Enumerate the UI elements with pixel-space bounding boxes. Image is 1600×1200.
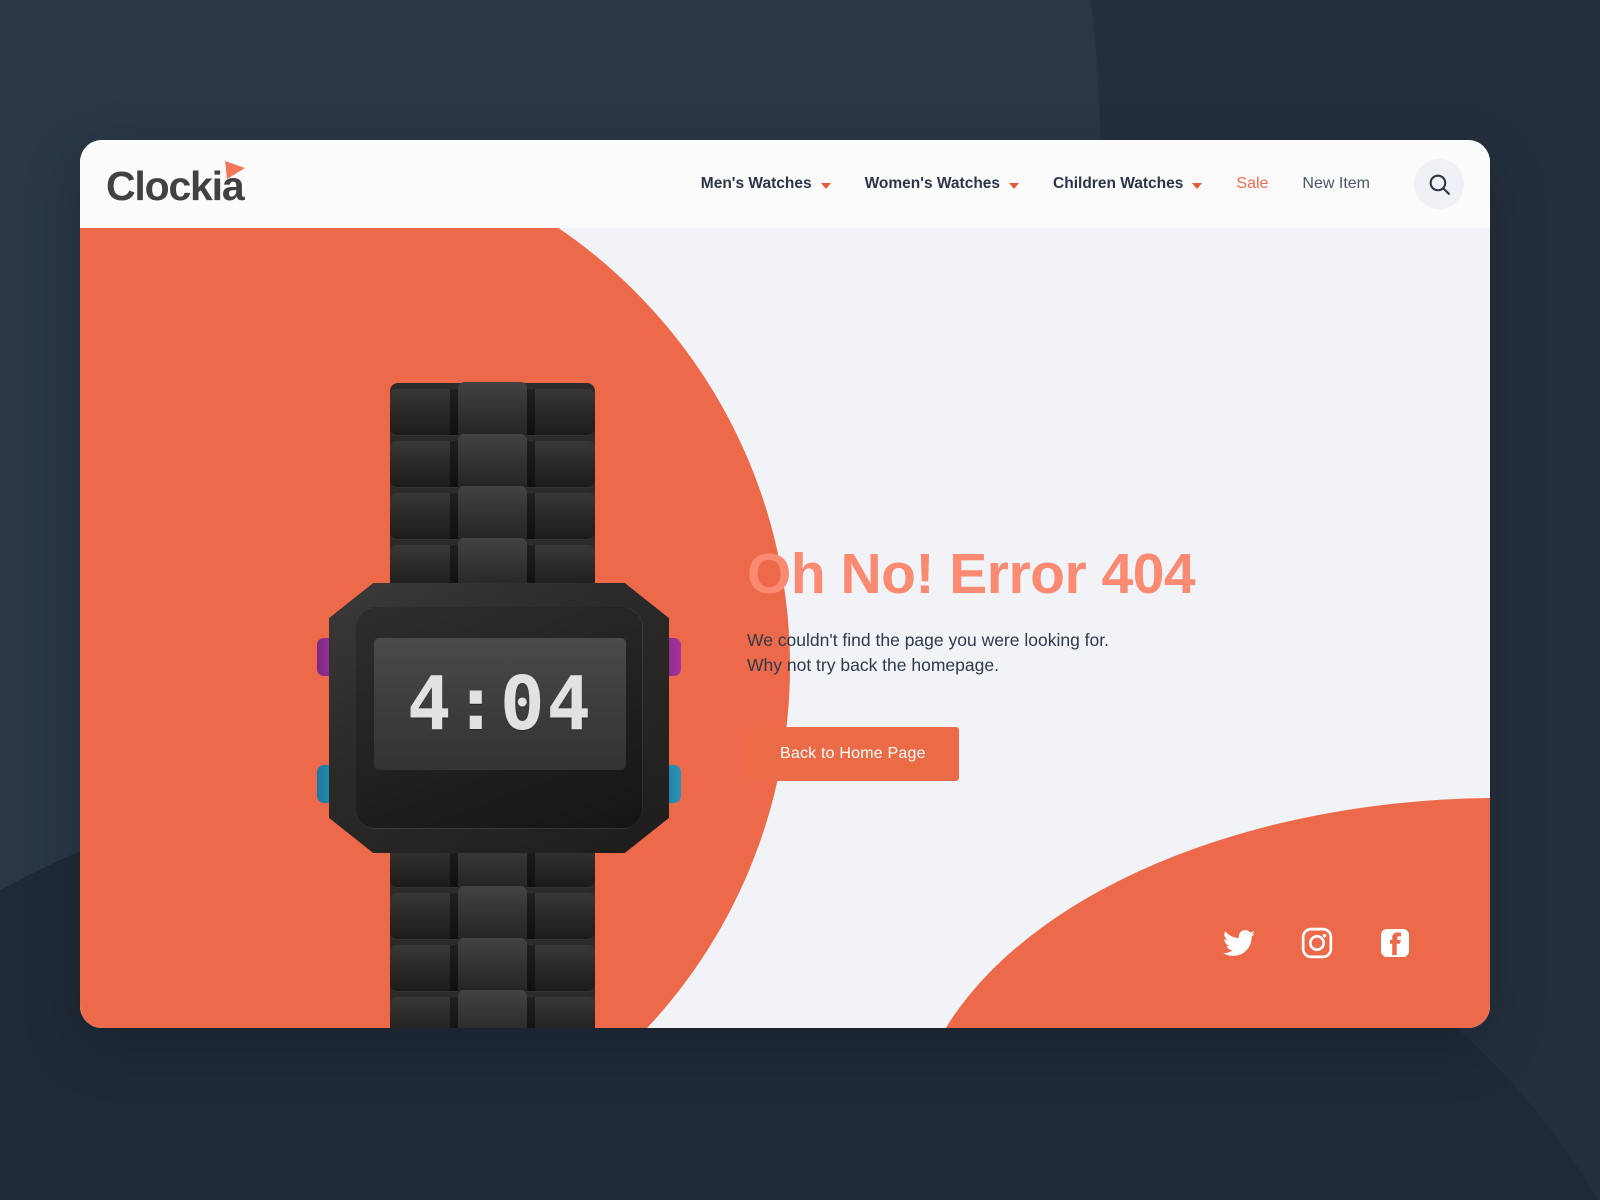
page-title: Oh No! Error 404	[747, 542, 1196, 606]
nav-item-label: Women's Watches	[864, 175, 1001, 192]
watch-time-display: 4:04	[406, 661, 594, 747]
watch-case: 4:04	[329, 583, 669, 853]
error-description-line-2: Why not try back the homepage.	[747, 655, 999, 676]
facebook-icon	[1381, 929, 1409, 957]
nav-item-mens-watches[interactable]: Men's Watches	[701, 175, 831, 193]
page-card: Clockia Men's Watches Women's Watches Ch…	[80, 140, 1490, 1028]
nav-links: Men's Watches Women's Watches Children W…	[701, 159, 1490, 209]
social-links	[1222, 926, 1412, 960]
logo-text: Clockia	[106, 162, 245, 209]
twitter-icon	[1223, 929, 1255, 956]
decorative-blob-right	[910, 798, 1490, 1028]
chevron-down-icon	[1009, 182, 1020, 189]
nav-item-label: Sale	[1236, 175, 1269, 192]
triangle-play-mark-icon	[225, 158, 246, 179]
back-to-home-button[interactable]: Back to Home Page	[747, 726, 959, 781]
watch-lcd-screen: 4:04	[374, 638, 626, 770]
nav-item-new-item[interactable]: New Item	[1302, 175, 1370, 193]
nav-item-sale[interactable]: Sale	[1236, 175, 1268, 193]
nav-item-womens-watches[interactable]: Women's Watches	[864, 175, 1020, 193]
error-description-line-1: We couldn't find the page you were looki…	[747, 629, 1109, 650]
watch-illustration: 4:04	[317, 382, 681, 1028]
page-body: 4:04 Oh No! Error 404 We couldn't find t…	[80, 228, 1490, 1028]
nav-item-label: Children Watches	[1053, 175, 1184, 192]
chevron-down-icon	[1192, 182, 1203, 189]
search-button[interactable]	[1414, 159, 1464, 209]
logo[interactable]: Clockia	[106, 158, 246, 209]
social-link-facebook[interactable]	[1378, 926, 1412, 960]
chevron-down-icon	[820, 182, 831, 189]
instagram-icon	[1301, 927, 1333, 959]
error-content: Oh No! Error 404 We couldn't find the pa…	[747, 228, 1367, 781]
error-description: We couldn't find the page you were looki…	[747, 628, 1367, 679]
nav-item-children-watches[interactable]: Children Watches	[1053, 175, 1203, 193]
social-link-instagram[interactable]	[1300, 926, 1334, 960]
nav-item-label: Men's Watches	[700, 175, 812, 192]
social-link-twitter[interactable]	[1222, 926, 1256, 960]
search-icon	[1429, 174, 1450, 195]
nav-item-label: New Item	[1302, 175, 1370, 192]
navbar: Clockia Men's Watches Women's Watches Ch…	[80, 140, 1490, 228]
watch-case-inner: 4:04	[355, 607, 643, 829]
